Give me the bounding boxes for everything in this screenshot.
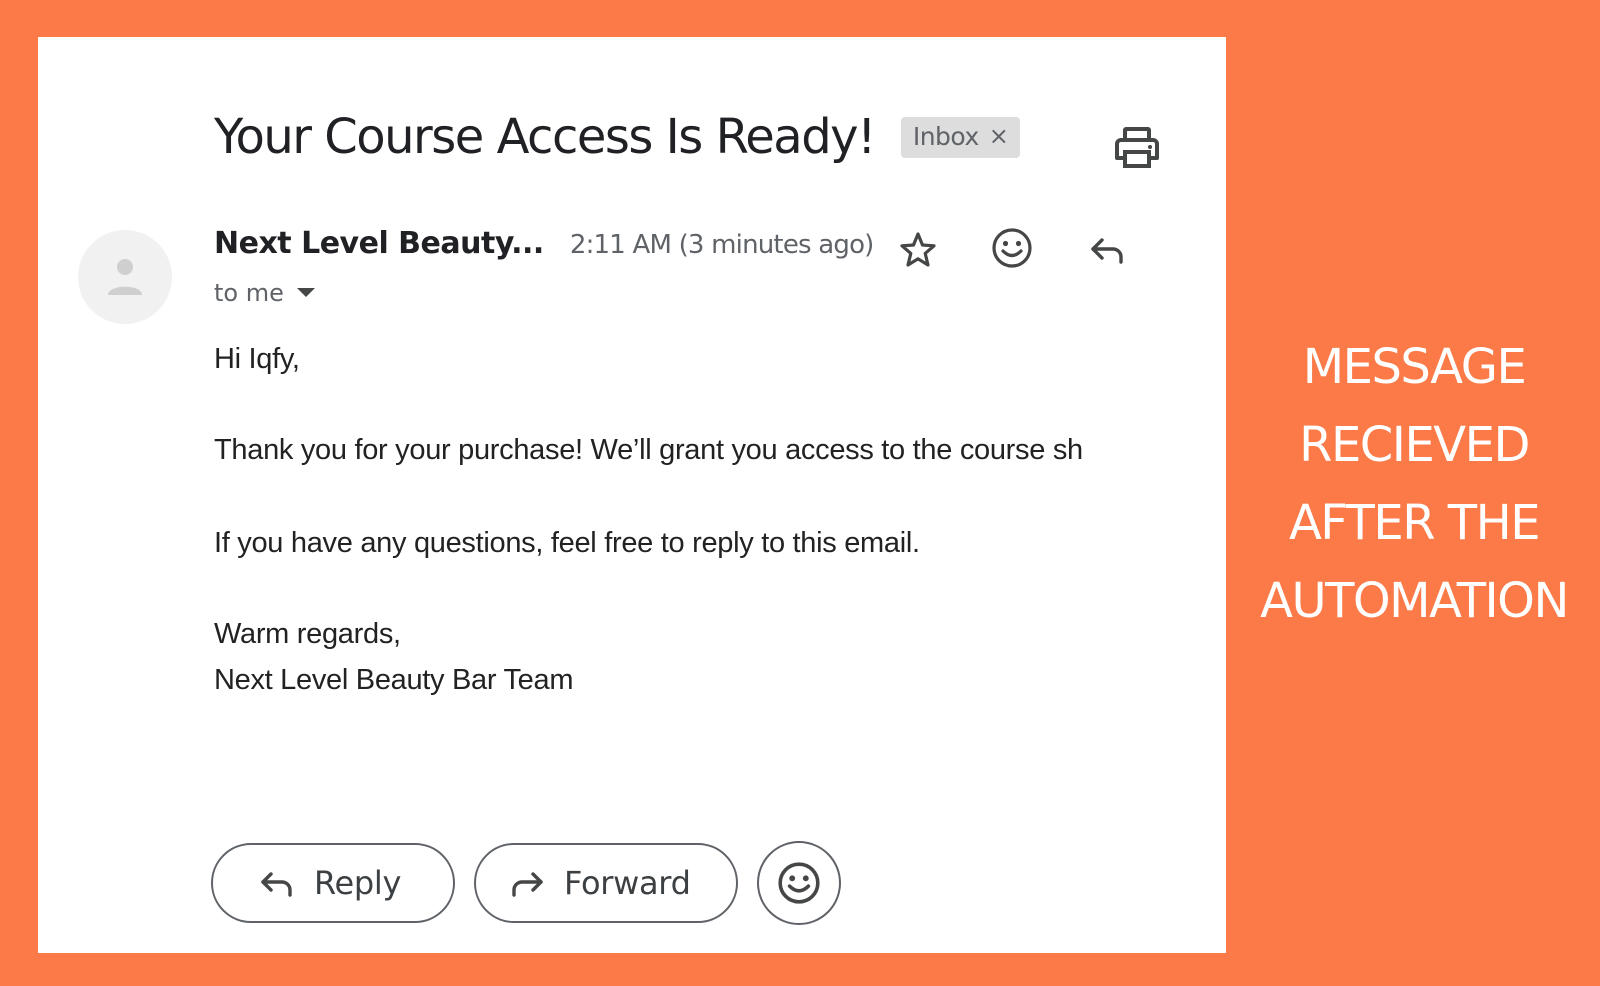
caret-down-icon <box>296 288 315 297</box>
emoji-reaction-button[interactable] <box>757 841 841 925</box>
sender-name[interactable]: Next Level Beauty... <box>214 226 544 261</box>
person-icon <box>108 259 142 295</box>
print-icon <box>1115 127 1159 168</box>
subject-row: Your Course Access Is Ready! Inbox × <box>214 109 1021 165</box>
reply-button[interactable]: Reply <box>211 843 455 923</box>
star-button[interactable] <box>893 225 943 275</box>
email-body-line: Thank you for your purchase! We’ll grant… <box>214 434 1083 466</box>
add-reaction-button[interactable] <box>987 223 1037 273</box>
caption-line: RECIEVED <box>1299 417 1530 473</box>
caption-line: AUTOMATION <box>1260 573 1569 629</box>
reply-icon <box>1091 238 1123 264</box>
forward-icon <box>512 872 543 897</box>
sender-row: Next Level Beauty... 2:11 AM (3 minutes … <box>214 226 874 261</box>
email-signoff: Warm regards, <box>214 618 401 650</box>
recipient-details-toggle[interactable]: to me <box>214 279 316 307</box>
email-body-line: If you have any questions, feel free to … <box>214 527 920 559</box>
email-greeting: Hi Iqfy, <box>214 343 300 375</box>
email-subject: Your Course Access Is Ready! <box>214 109 876 165</box>
caption-line: MESSAGE <box>1302 339 1527 395</box>
recipient-text: to me <box>214 279 284 307</box>
reply-icon <box>261 872 292 897</box>
caption-line: AFTER THE <box>1288 495 1541 551</box>
inbox-label-text: Inbox <box>912 121 979 151</box>
remove-label-icon[interactable]: × <box>989 122 1009 150</box>
inbox-label-chip[interactable]: Inbox × <box>900 116 1021 158</box>
forward-button-label: Forward <box>564 864 691 902</box>
forward-button[interactable]: Forward <box>474 843 738 923</box>
emoji-icon <box>778 862 820 904</box>
print-button[interactable] <box>1112 125 1162 171</box>
sender-avatar[interactable] <box>78 230 172 324</box>
reply-icon-button[interactable] <box>1082 225 1132 275</box>
emoji-icon <box>992 228 1032 268</box>
side-caption: MESSAGE RECIEVED AFTER THE AUTOMATION <box>1228 328 1600 640</box>
star-icon <box>900 232 936 267</box>
reply-button-label: Reply <box>314 864 402 902</box>
email-timestamp: 2:11 AM (3 minutes ago) <box>569 230 874 260</box>
email-signature: Next Level Beauty Bar Team <box>214 664 574 696</box>
email-panel: Your Course Access Is Ready! Inbox × Nex… <box>38 37 1226 953</box>
